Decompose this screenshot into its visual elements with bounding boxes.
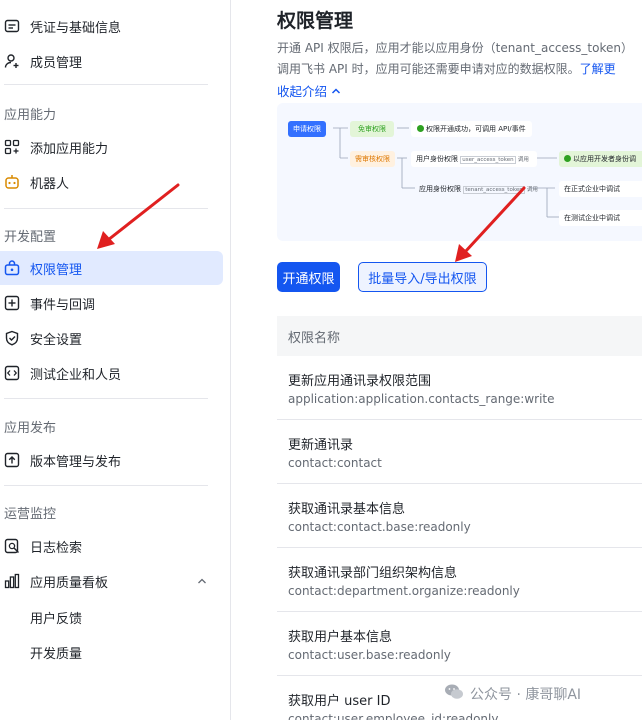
section-heading-capability: 应用能力 <box>4 108 57 123</box>
shield-icon <box>4 330 20 346</box>
permission-code: contact:user.base:readonly <box>288 648 451 662</box>
sidebar-item-label: 版本管理与发布 <box>30 454 122 470</box>
table-row[interactable]: 获取通讯录基本信息 contact:contact.base:readonly <box>277 484 642 548</box>
diagram-formal-node: 在正式企业中调试 <box>559 181 642 197</box>
collapse-intro-link[interactable]: 收起介绍 <box>277 81 341 100</box>
grid-plus-icon <box>4 139 20 155</box>
description-line-1: 开通 API 权限后，应用才能以应用身份（tenant_access_token… <box>277 41 633 55</box>
sidebar-divider <box>4 398 208 399</box>
permission-code: contact:department.organize:readonly <box>288 584 520 598</box>
diagram-review-node: 需审核权限 <box>350 151 395 167</box>
table-row[interactable]: 获取通讯录部门组织架构信息 contact:department.organize… <box>277 548 642 612</box>
permission-code: contact:contact <box>288 456 382 470</box>
permission-name: 获取用户 user ID <box>288 694 391 709</box>
permission-flow-diagram: 申请权限 免审权限 权限开通成功，可调用 API/事件 需审核权限 用户身份权限… <box>277 103 642 241</box>
log-search-icon <box>4 538 20 554</box>
section-heading-dev: 开发配置 <box>4 230 57 245</box>
section-heading-monitor: 运营监控 <box>4 507 57 522</box>
credential-icon <box>4 18 20 34</box>
diagram-app-perm-node: 应用身份权限 tenant_access_token 调用 <box>417 181 540 197</box>
main-content: 权限管理 开通 API 权限后，应用才能以应用身份（tenant_access_… <box>254 0 642 720</box>
sidebar-item-label: 机器人 <box>30 176 70 192</box>
check-circle-icon <box>417 125 424 132</box>
sidebar-item-label: 日志检索 <box>30 540 83 556</box>
table-header: 权限名称 <box>277 316 642 356</box>
permission-name: 获取用户基本信息 <box>288 630 393 645</box>
diagram-user-perm-node: 用户身份权限 user_access_token 调用 <box>411 151 537 167</box>
sidebar-item-permissions[interactable]: 权限管理 <box>0 251 223 285</box>
permission-code: contact:contact.base:readonly <box>288 520 471 534</box>
sidebar-item-versions[interactable]: 版本管理与发布 <box>0 443 223 477</box>
robot-icon <box>4 174 20 190</box>
sidebar-divider <box>4 84 208 85</box>
batch-import-export-button[interactable]: 批量导入/导出权限 <box>358 262 487 292</box>
permission-name: 获取通讯录部门组织架构信息 <box>288 566 458 581</box>
code-icon <box>4 365 20 381</box>
sidebar-item-label: 成员管理 <box>30 55 83 71</box>
chevron-up-icon <box>331 84 341 99</box>
diagram-app-perm-label: 应用身份权限 <box>419 185 461 193</box>
diagram-call-label: 调用 <box>526 187 538 193</box>
event-icon <box>4 295 20 311</box>
permission-name: 更新通讯录 <box>288 438 354 453</box>
permission-code: application:application.contacts_range:w… <box>288 392 555 406</box>
sidebar-item-members[interactable]: 成员管理 <box>0 44 223 78</box>
sidebar-item-label: 事件与回调 <box>30 297 96 313</box>
permission-icon <box>4 260 20 276</box>
diagram-user-perm-label: 用户身份权限 <box>416 155 458 163</box>
table-row[interactable]: 更新通讯录 contact:contact <box>277 420 642 484</box>
diagram-user-token: user_access_token <box>460 156 516 164</box>
section-heading-release: 应用发布 <box>4 421 57 436</box>
diagram-test-node: 在测试企业中调试 <box>559 210 642 226</box>
sidebar-item-label: 添加应用能力 <box>30 141 109 157</box>
sidebar-item-log-search[interactable]: 日志检索 <box>0 529 223 563</box>
description-line-2: 调用飞书 API 时，应用可能还需要申请对应的数据权限。了解更 <box>277 60 616 77</box>
diagram-dev-auth-label: 以应用开发者身份调 <box>573 155 636 163</box>
user-add-icon <box>4 53 20 69</box>
sidebar-item-credentials[interactable]: 凭证与基础信息 <box>0 9 223 43</box>
diagram-apply-node: 申请权限 <box>288 121 326 137</box>
sidebar-item-quality-board[interactable]: 应用质量看板 <box>0 564 223 598</box>
permission-code: contact:user.employee_id:readonly <box>288 712 499 720</box>
description-text: 调用飞书 API 时，应用可能还需要申请对应的数据权限。 <box>277 62 580 76</box>
table-row[interactable]: 获取用户基本信息 contact:user.base:readonly <box>277 612 642 676</box>
table-row[interactable]: 更新应用通讯录权限范围 application:application.conta… <box>277 356 642 420</box>
diagram-call-label: 调用 <box>517 157 529 163</box>
upload-icon <box>4 452 20 468</box>
sidebar-item-label: 安全设置 <box>30 332 83 348</box>
diagram-success-node: 权限开通成功，可调用 API/事件 <box>411 121 532 137</box>
watermark-text: 公众号 · 康哥聊AI <box>470 687 582 703</box>
open-permission-button[interactable]: 开通权限 <box>277 262 340 292</box>
chevron-up-icon[interactable] <box>196 575 208 587</box>
sidebar: 凭证与基础信息 成员管理 应用能力 添加应用能力 机器人 开发配置 权限管理 事… <box>0 0 231 720</box>
sidebar-item-label: 测试企业和人员 <box>30 367 122 383</box>
sidebar-divider <box>4 485 208 486</box>
sidebar-item-label: 应用质量看板 <box>30 575 109 591</box>
bar-chart-icon <box>4 573 20 589</box>
sidebar-divider <box>4 208 208 209</box>
sidebar-item-label: 凭证与基础信息 <box>30 20 122 36</box>
permission-name: 更新应用通讯录权限范围 <box>288 374 432 389</box>
check-circle-icon <box>564 155 571 162</box>
diagram-success-label: 权限开通成功，可调用 API/事件 <box>426 125 526 133</box>
sidebar-item-events[interactable]: 事件与回调 <box>0 286 223 320</box>
sidebar-item-label: 权限管理 <box>30 262 83 278</box>
sidebar-subitem-feedback[interactable]: 用户反馈 <box>30 608 82 627</box>
wechat-icon <box>444 683 464 705</box>
diagram-dev-auth-node: 以应用开发者身份调 <box>559 151 642 167</box>
page-title: 权限管理 <box>277 10 354 32</box>
sidebar-item-test-enterprise[interactable]: 测试企业和人员 <box>0 356 223 390</box>
learn-more-link[interactable]: 了解更 <box>580 62 616 76</box>
diagram-free-node: 免审权限 <box>350 121 394 137</box>
column-header-permission-name: 权限名称 <box>288 330 341 346</box>
permission-name: 获取通讯录基本信息 <box>288 502 406 517</box>
diagram-tenant-token: tenant_access_token <box>463 186 525 194</box>
sidebar-item-bot[interactable]: 机器人 <box>0 165 223 199</box>
sidebar-subitem-dev-quality[interactable]: 开发质量 <box>30 643 82 662</box>
watermark: 公众号 · 康哥聊AI <box>444 683 581 705</box>
sidebar-item-security[interactable]: 安全设置 <box>0 321 223 355</box>
sidebar-item-add-capability[interactable]: 添加应用能力 <box>0 130 223 164</box>
collapse-label: 收起介绍 <box>277 84 328 99</box>
